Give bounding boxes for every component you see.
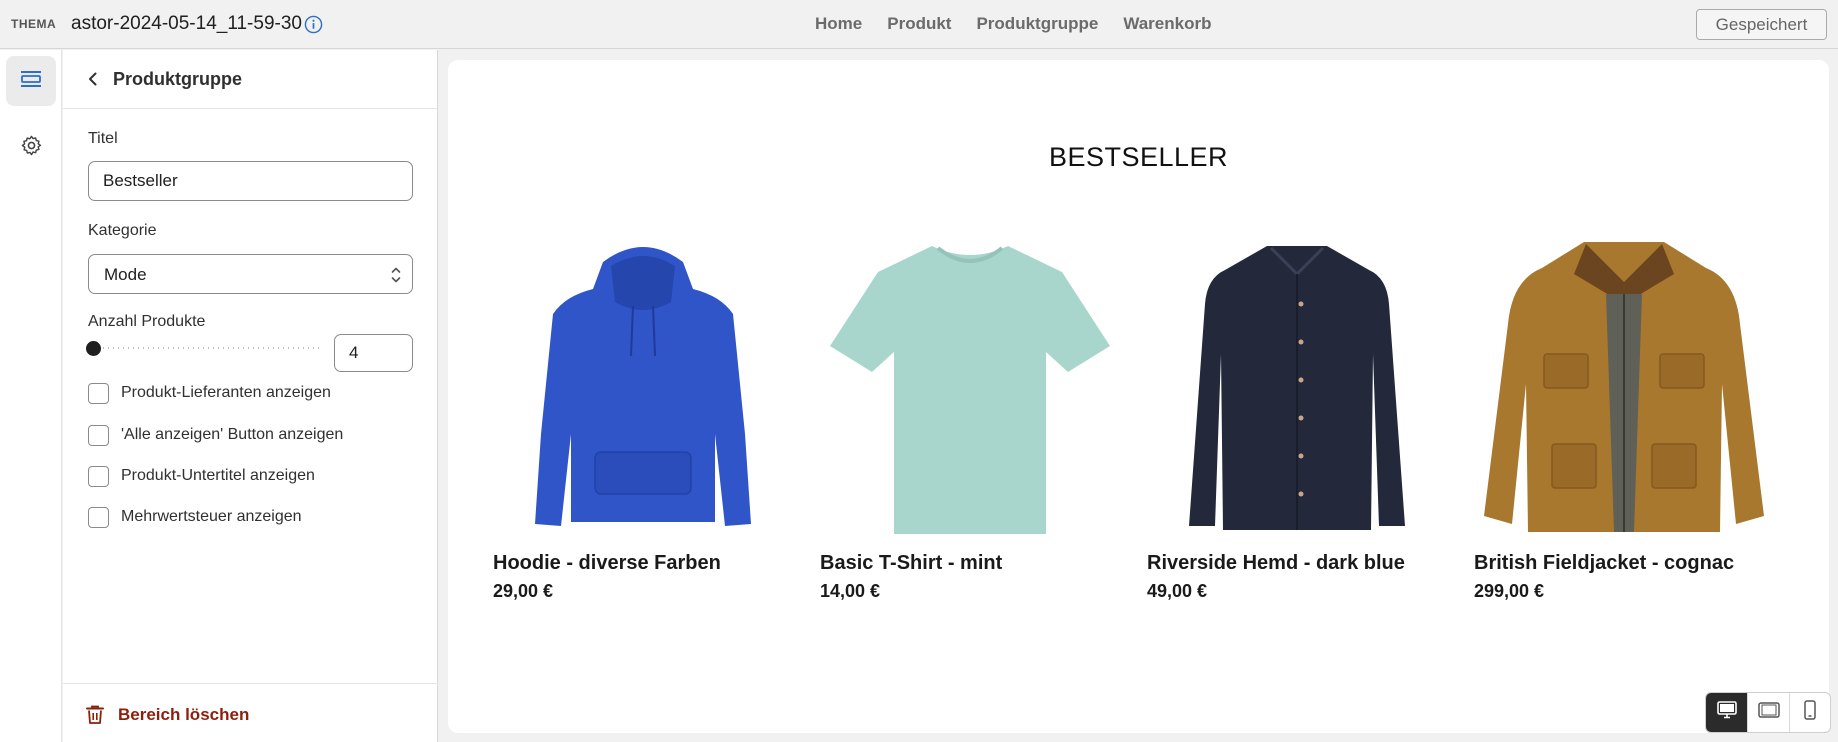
count-field-label: Anzahl Produkte [88,313,206,330]
product-card[interactable]: Riverside Hemd - dark blue 49,00 € [1147,234,1447,602]
product-name[interactable]: Riverside Hemd - dark blue [1147,552,1447,575]
product-card[interactable]: British Fieldjacket - cognac 299,00 € [1474,234,1774,602]
sections-icon [19,67,43,96]
nav-produktgruppe[interactable]: Produktgruppe [976,14,1098,34]
product-name[interactable]: British Fieldjacket - cognac [1474,552,1774,575]
storefront-preview: BESTSELLER Hoodie - diverse Farben 29,00… [448,60,1829,733]
select-arrows-icon [390,264,402,286]
product-card[interactable]: Hoodie - diverse Farben 29,00 € [493,234,793,602]
section-title: BESTSELLER [1048,142,1229,172]
icon-rail [0,50,62,742]
product-card[interactable]: Basic T-Shirt - mint 14,00 € [820,234,1120,602]
theme-filename: astor-2024-05-14_11-59-30 [71,13,302,34]
product-price: 29,00 € [493,581,554,601]
product-name[interactable]: Basic T-Shirt - mint [820,552,1120,575]
nav-produkt[interactable]: Produkt [887,14,951,34]
product-price: 49,00 € [1147,581,1208,601]
desktop-view-button[interactable] [1706,693,1748,732]
checkbox-row-vat[interactable]: Mehrwertsteuer anzeigen [88,506,302,528]
mobile-icon [1804,700,1816,725]
gear-icon [20,134,43,162]
category-field-label: Kategorie [88,222,157,239]
slider-thumb[interactable] [86,341,101,356]
settings-button[interactable] [6,123,56,173]
section-settings-panel: Produktgruppe Titel Kategorie Mode Anzah… [63,50,438,742]
save-button[interactable]: Gespeichert [1696,9,1827,40]
desktop-icon [1716,701,1737,724]
slider-track [88,347,320,349]
chevron-left-icon[interactable] [85,71,101,87]
info-icon[interactable] [304,15,323,34]
sections-button[interactable] [6,56,56,106]
subtitle-checkbox-label: Produkt-Untertitel anzeigen [121,467,315,484]
product-name[interactable]: Hoodie - diverse Farben [493,552,793,575]
mobile-view-button[interactable] [1788,693,1830,732]
checkbox-row-subtitle[interactable]: Produkt-Untertitel anzeigen [88,465,315,487]
tablet-view-button[interactable] [1747,693,1788,732]
product-price: 14,00 € [820,581,881,601]
product-image-tshirt[interactable] [820,234,1120,534]
subtitle-checkbox[interactable] [88,465,109,487]
title-input[interactable] [88,161,413,201]
preview-page-nav: Home Produkt Produktgruppe Warenkorb [815,14,1211,34]
product-count-input[interactable] [334,334,413,372]
checkbox-row-show-all[interactable]: 'Alle anzeigen' Button anzeigen [88,424,343,446]
panel-title: Produktgruppe [113,69,242,89]
theme-label: THEMA [11,17,57,31]
show-all-checkbox-label: 'Alle anzeigen' Button anzeigen [121,426,344,443]
category-select-value: Mode [104,265,147,284]
vat-checkbox-label: Mehrwertsteuer anzeigen [121,508,302,525]
product-image-jacket[interactable] [1474,234,1774,534]
product-count-slider[interactable] [86,341,320,356]
trash-icon [85,704,105,725]
nav-warenkorb[interactable]: Warenkorb [1123,14,1211,34]
delete-section-label: Bereich löschen [118,705,250,724]
category-select[interactable]: Mode [88,254,413,294]
checkbox-row-suppliers[interactable]: Produkt-Lieferanten anzeigen [88,382,331,404]
delete-section-button[interactable]: Bereich löschen [63,683,438,742]
device-preview-toggle [1705,692,1831,733]
product-image-shirt[interactable] [1147,234,1447,534]
suppliers-checkbox[interactable] [88,382,109,404]
top-bar: THEMA astor-2024-05-14_11-59-30 Home Pro… [0,0,1838,49]
tablet-icon [1757,702,1780,723]
nav-home[interactable]: Home [815,14,862,34]
product-image-hoodie[interactable] [493,234,793,534]
vat-checkbox[interactable] [88,506,109,528]
show-all-checkbox[interactable] [88,424,109,446]
suppliers-checkbox-label: Produkt-Lieferanten anzeigen [121,384,331,401]
product-price: 299,00 € [1474,581,1545,601]
panel-header: Produktgruppe [63,50,437,109]
title-field-label: Titel [88,130,118,147]
